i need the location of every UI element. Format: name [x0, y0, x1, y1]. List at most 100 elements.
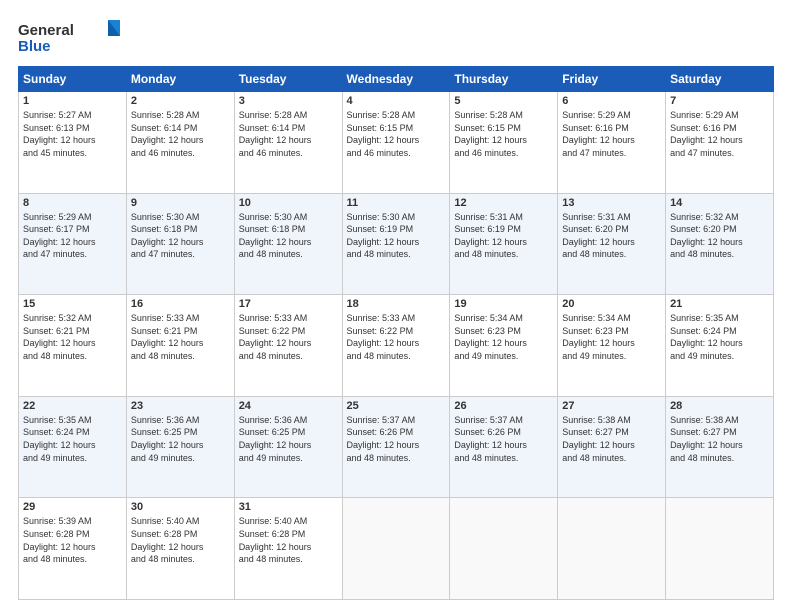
cell-info: Sunrise: 5:28 AM Sunset: 6:15 PM Dayligh… [347, 109, 446, 159]
logo: General Blue [18, 18, 128, 56]
day-number: 9 [131, 197, 230, 209]
cell-info: Sunrise: 5:27 AM Sunset: 6:13 PM Dayligh… [23, 109, 122, 159]
day-number: 27 [562, 400, 661, 412]
day-number: 25 [347, 400, 446, 412]
calendar-cell: 17Sunrise: 5:33 AM Sunset: 6:22 PM Dayli… [234, 295, 342, 397]
calendar-cell: 26Sunrise: 5:37 AM Sunset: 6:26 PM Dayli… [450, 396, 558, 498]
calendar-cell: 27 Sunrise: 5:38 AM Sunset: 6:27 PM Dayli… [558, 396, 666, 498]
cell-info: Sunrise: 5:37 AM Sunset: 6:26 PM Dayligh… [454, 414, 553, 464]
cell-info: Sunrise: 5:31 AM Sunset: 6:20 PM Dayligh… [562, 211, 661, 261]
cell-info: Sunrise: 5:40 AM Sunset: 6:28 PM Dayligh… [131, 515, 230, 565]
day-number: 21 [670, 298, 769, 310]
calendar-cell: 22 Sunrise: 5:35 AM Sunset: 6:24 PM Dayli… [19, 396, 127, 498]
calendar-cell: 19 Sunrise: 5:34 AM Sunset: 6:23 PM Dayli… [450, 295, 558, 397]
day-number: 20 [562, 298, 661, 310]
cell-info: Sunrise: 5:39 AM Sunset: 6:28 PM Dayligh… [23, 515, 122, 565]
calendar-cell: 16 Sunrise: 5:33 AM Sunset: 6:21 PM Dayli… [126, 295, 234, 397]
day-number: 5 [454, 95, 553, 107]
header: General Blue [18, 18, 774, 56]
calendar-cell: 6 Sunrise: 5:29 AM Sunset: 6:16 PM Daylig… [558, 92, 666, 194]
day-header-tuesday: Tuesday [234, 67, 342, 92]
cell-info: Sunrise: 5:33 AM Sunset: 6:21 PM Dayligh… [131, 312, 230, 362]
calendar-cell: 3 Sunrise: 5:28 AM Sunset: 6:14 PM Daylig… [234, 92, 342, 194]
day-number: 24 [239, 400, 338, 412]
cell-info: Sunrise: 5:30 AM Sunset: 6:18 PM Dayligh… [131, 211, 230, 261]
calendar-cell [558, 498, 666, 600]
cell-info: Sunrise: 5:38 AM Sunset: 6:27 PM Dayligh… [562, 414, 661, 464]
cell-info: Sunrise: 5:28 AM Sunset: 6:15 PM Dayligh… [454, 109, 553, 159]
day-number: 30 [131, 501, 230, 513]
calendar-cell [666, 498, 774, 600]
day-number: 7 [670, 95, 769, 107]
day-number: 28 [670, 400, 769, 412]
day-number: 11 [347, 197, 446, 209]
day-number: 19 [454, 298, 553, 310]
day-number: 10 [239, 197, 338, 209]
calendar-cell: 11 Sunrise: 5:30 AM Sunset: 6:19 PM Dayli… [342, 193, 450, 295]
day-number: 16 [131, 298, 230, 310]
day-number: 13 [562, 197, 661, 209]
calendar-cell [450, 498, 558, 600]
day-number: 14 [670, 197, 769, 209]
day-number: 6 [562, 95, 661, 107]
day-header-wednesday: Wednesday [342, 67, 450, 92]
cell-info: Sunrise: 5:28 AM Sunset: 6:14 PM Dayligh… [239, 109, 338, 159]
cell-info: Sunrise: 5:32 AM Sunset: 6:20 PM Dayligh… [670, 211, 769, 261]
logo-svg: General Blue [18, 18, 128, 56]
cell-info: Sunrise: 5:29 AM Sunset: 6:16 PM Dayligh… [670, 109, 769, 159]
svg-text:Blue: Blue [18, 38, 51, 55]
day-number: 12 [454, 197, 553, 209]
calendar-cell: 29Sunrise: 5:39 AM Sunset: 6:28 PM Dayli… [19, 498, 127, 600]
day-header-sunday: Sunday [19, 67, 127, 92]
calendar-cell: 31 Sunrise: 5:40 AM Sunset: 6:28 PM Dayli… [234, 498, 342, 600]
day-number: 15 [23, 298, 122, 310]
cell-info: Sunrise: 5:32 AM Sunset: 6:21 PM Dayligh… [23, 312, 122, 362]
day-header-friday: Friday [558, 67, 666, 92]
day-number: 18 [347, 298, 446, 310]
day-number: 4 [347, 95, 446, 107]
cell-info: Sunrise: 5:36 AM Sunset: 6:25 PM Dayligh… [131, 414, 230, 464]
day-number: 17 [239, 298, 338, 310]
day-number: 2 [131, 95, 230, 107]
cell-info: Sunrise: 5:34 AM Sunset: 6:23 PM Dayligh… [562, 312, 661, 362]
cell-info: Sunrise: 5:40 AM Sunset: 6:28 PM Dayligh… [239, 515, 338, 565]
cell-info: Sunrise: 5:30 AM Sunset: 6:18 PM Dayligh… [239, 211, 338, 261]
day-number: 8 [23, 197, 122, 209]
cell-info: Sunrise: 5:30 AM Sunset: 6:19 PM Dayligh… [347, 211, 446, 261]
page: General Blue SundayMondayTuesdayWednesda… [0, 0, 792, 612]
cell-info: Sunrise: 5:36 AM Sunset: 6:25 PM Dayligh… [239, 414, 338, 464]
logo-graphic: General Blue [18, 18, 128, 56]
calendar-cell: 1 Sunrise: 5:27 AM Sunset: 6:13 PM Daylig… [19, 92, 127, 194]
cell-info: Sunrise: 5:29 AM Sunset: 6:16 PM Dayligh… [562, 109, 661, 159]
cell-info: Sunrise: 5:33 AM Sunset: 6:22 PM Dayligh… [347, 312, 446, 362]
day-number: 31 [239, 501, 338, 513]
day-number: 22 [23, 400, 122, 412]
day-number: 1 [23, 95, 122, 107]
day-header-saturday: Saturday [666, 67, 774, 92]
cell-info: Sunrise: 5:34 AM Sunset: 6:23 PM Dayligh… [454, 312, 553, 362]
calendar-cell: 7 Sunrise: 5:29 AM Sunset: 6:16 PM Daylig… [666, 92, 774, 194]
calendar-cell: 2 Sunrise: 5:28 AM Sunset: 6:14 PM Daylig… [126, 92, 234, 194]
calendar-cell: 10 Sunrise: 5:30 AM Sunset: 6:18 PM Dayli… [234, 193, 342, 295]
calendar-cell: 9 Sunrise: 5:30 AM Sunset: 6:18 PM Daylig… [126, 193, 234, 295]
cell-info: Sunrise: 5:29 AM Sunset: 6:17 PM Dayligh… [23, 211, 122, 261]
cell-info: Sunrise: 5:28 AM Sunset: 6:14 PM Dayligh… [131, 109, 230, 159]
calendar-cell: 13 Sunrise: 5:31 AM Sunset: 6:20 PM Dayli… [558, 193, 666, 295]
calendar-cell: 14 Sunrise: 5:32 AM Sunset: 6:20 PM Dayli… [666, 193, 774, 295]
calendar-cell: 21 Sunrise: 5:35 AM Sunset: 6:24 PM Dayli… [666, 295, 774, 397]
calendar-cell: 24 Sunrise: 5:36 AM Sunset: 6:25 PM Dayli… [234, 396, 342, 498]
day-header-thursday: Thursday [450, 67, 558, 92]
svg-text:General: General [18, 22, 74, 39]
cell-info: Sunrise: 5:38 AM Sunset: 6:27 PM Dayligh… [670, 414, 769, 464]
cell-info: Sunrise: 5:35 AM Sunset: 6:24 PM Dayligh… [670, 312, 769, 362]
calendar-cell [342, 498, 450, 600]
day-number: 23 [131, 400, 230, 412]
calendar-cell: 18 Sunrise: 5:33 AM Sunset: 6:22 PM Dayli… [342, 295, 450, 397]
calendar-cell: 30 Sunrise: 5:40 AM Sunset: 6:28 PM Dayli… [126, 498, 234, 600]
calendar-cell: 20 Sunrise: 5:34 AM Sunset: 6:23 PM Dayli… [558, 295, 666, 397]
calendar-cell: 23 Sunrise: 5:36 AM Sunset: 6:25 PM Dayli… [126, 396, 234, 498]
day-number: 3 [239, 95, 338, 107]
cell-info: Sunrise: 5:35 AM Sunset: 6:24 PM Dayligh… [23, 414, 122, 464]
calendar-cell: 8 Sunrise: 5:29 AM Sunset: 6:17 PM Daylig… [19, 193, 127, 295]
calendar-cell: 28 Sunrise: 5:38 AM Sunset: 6:27 PM Dayli… [666, 396, 774, 498]
